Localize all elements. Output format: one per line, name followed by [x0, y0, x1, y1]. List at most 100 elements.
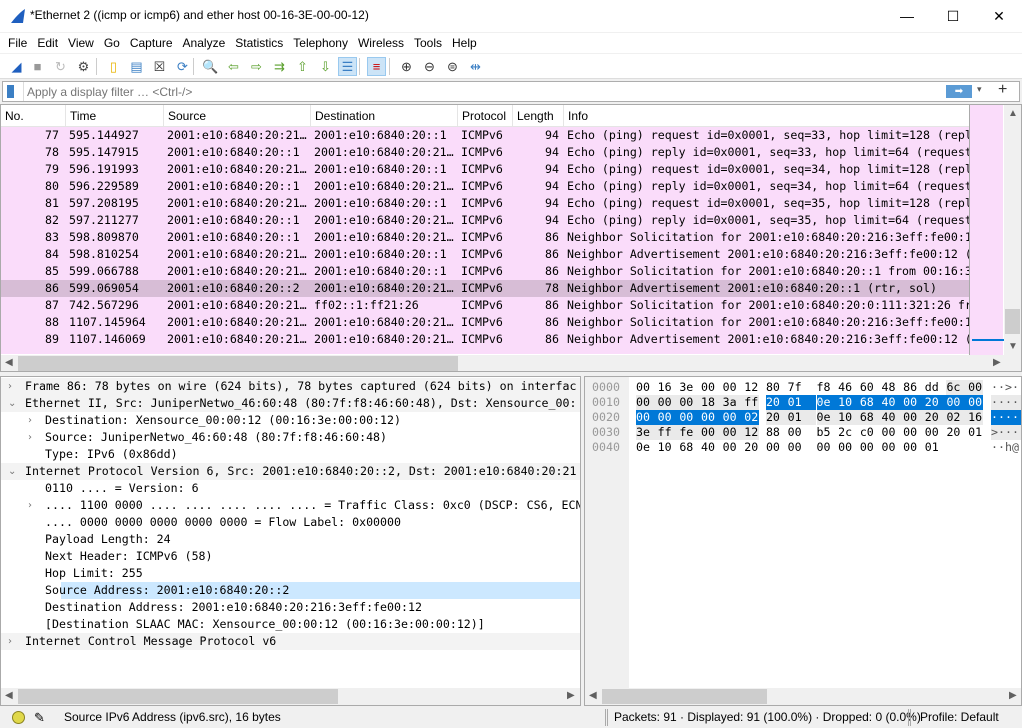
- scroll-thumb[interactable]: [18, 356, 458, 371]
- packet-row-partial[interactable]: [1, 348, 969, 354]
- menu-tools[interactable]: Tools: [409, 33, 447, 53]
- hex-ascii[interactable]: ····: [991, 410, 1021, 425]
- hex-byte[interactable]: 00: [766, 440, 780, 455]
- menu-go[interactable]: Go: [99, 33, 125, 53]
- hex-byte[interactable]: 20: [744, 440, 758, 455]
- scroll-down-icon[interactable]: ▼: [1008, 341, 1018, 352]
- hex-byte[interactable]: 02: [946, 410, 969, 425]
- zoom-in-icon[interactable]: ⊕: [397, 57, 416, 76]
- column-header-length[interactable]: Length: [512, 105, 563, 127]
- detail-item[interactable]: › Frame 86: 78 bytes on wire (624 bits), …: [1, 378, 580, 395]
- packet-row[interactable]: 84 598.810254 2001:e10:6840:20:21… 2001:e10…: [1, 246, 969, 263]
- scroll-thumb[interactable]: [18, 689, 338, 704]
- hex-byte[interactable]: 00: [903, 410, 925, 425]
- hex-byte[interactable]: 00: [701, 380, 715, 395]
- menu-edit[interactable]: Edit: [32, 33, 63, 53]
- save-file-icon[interactable]: ▤: [127, 57, 146, 76]
- hex-byte[interactable]: 2c: [838, 425, 852, 440]
- detail-item[interactable]: 0110 .... = Version: 6: [1, 480, 580, 497]
- hex-ascii[interactable]: ····: [991, 395, 1021, 410]
- hex-byte[interactable]: 86: [903, 380, 917, 395]
- hex-byte[interactable]: 3e: [679, 380, 693, 395]
- hex-byte[interactable]: 00: [788, 440, 802, 455]
- column-header-info[interactable]: Info: [563, 105, 969, 127]
- scroll-left-icon[interactable]: ◀: [5, 357, 13, 368]
- hex-byte[interactable]: 3a: [722, 395, 745, 410]
- scroll-thumb[interactable]: [1005, 309, 1020, 334]
- detail-item[interactable]: › Internet Control Message Protocol v6: [1, 633, 580, 650]
- menu-view[interactable]: View: [63, 33, 99, 53]
- hex-byte[interactable]: 3e: [636, 425, 658, 440]
- go-to-packet-icon[interactable]: ⇉: [270, 57, 289, 76]
- shark-fin-start-icon[interactable]: ◢: [7, 57, 26, 76]
- menu-wireless[interactable]: Wireless: [353, 33, 409, 53]
- hex-byte[interactable]: 00: [657, 410, 680, 425]
- packet-row[interactable]: 83 598.809870 2001:e10:6840:20::1 2001:e10:…: [1, 229, 969, 246]
- hex-byte[interactable]: 00: [723, 380, 737, 395]
- detail-item[interactable]: › Destination: Xensource_00:00:12 (00:16:…: [1, 412, 580, 429]
- scroll-right-icon[interactable]: ▶: [1009, 690, 1017, 701]
- menu-statistics[interactable]: Statistics: [230, 33, 288, 53]
- auto-scroll-icon[interactable]: ☰: [338, 57, 357, 76]
- hex-byte[interactable]: 20: [946, 425, 960, 440]
- detail-item[interactable]: ⌄ Internet Protocol Version 6, Src: 2001:…: [1, 463, 580, 480]
- restart-icon[interactable]: ↻: [51, 57, 70, 76]
- column-header-source[interactable]: Source: [163, 105, 310, 127]
- hex-byte[interactable]: dd: [925, 380, 939, 395]
- scroll-right-icon[interactable]: ▶: [567, 690, 575, 701]
- hex-byte[interactable]: 00: [946, 395, 969, 410]
- hex-byte[interactable]: 0e: [636, 440, 650, 455]
- packet-list-horizontal-scrollbar[interactable]: ◀ ▶: [1, 355, 1021, 371]
- hex-byte[interactable]: 00: [903, 440, 917, 455]
- hex-byte[interactable]: 10: [658, 440, 672, 455]
- hex-byte[interactable]: 00: [838, 440, 852, 455]
- detail-item[interactable]: Hop Limit: 255: [1, 565, 580, 582]
- add-filter-button[interactable]: +: [998, 81, 1007, 99]
- go-forward-icon[interactable]: ⇨: [247, 57, 266, 76]
- hex-byte[interactable]: 10: [838, 410, 860, 425]
- first-packet-icon[interactable]: ⇧: [293, 57, 312, 76]
- hex-byte[interactable]: 00: [636, 410, 658, 425]
- hex-byte[interactable]: 00: [968, 380, 983, 395]
- hex-byte[interactable]: 00: [881, 440, 895, 455]
- hex-byte[interactable]: 0e: [816, 410, 839, 425]
- hex-byte[interactable]: 00: [636, 395, 658, 410]
- hex-byte[interactable]: 00: [881, 425, 895, 440]
- expert-info-status-icon[interactable]: [12, 711, 25, 724]
- detail-item[interactable]: .... 0000 0000 0000 0000 0000 = Flow Lab…: [1, 514, 580, 531]
- expand-chevron-icon[interactable]: ›: [28, 497, 32, 514]
- display-filter-input[interactable]: [23, 82, 923, 101]
- scroll-left-icon[interactable]: ◀: [5, 690, 13, 701]
- hex-byte[interactable]: 00: [903, 395, 925, 410]
- hex-byte[interactable]: 00: [903, 425, 917, 440]
- go-back-icon[interactable]: ⇦: [224, 57, 243, 76]
- hex-byte[interactable]: ff: [657, 425, 680, 440]
- reload-file-icon[interactable]: ⟳: [173, 57, 192, 76]
- capture-comment-icon[interactable]: ✎: [34, 710, 45, 726]
- scroll-up-icon[interactable]: ▲: [1008, 108, 1018, 119]
- hex-byte[interactable]: 00: [679, 395, 701, 410]
- column-header-protocol[interactable]: Protocol: [457, 105, 512, 127]
- hex-byte[interactable]: 00: [817, 440, 831, 455]
- detail-item[interactable]: Destination Address: 2001:e10:6840:20:21…: [1, 599, 580, 616]
- packet-list-vertical-scrollbar[interactable]: ▲ ▼: [1004, 105, 1021, 355]
- expand-chevron-icon[interactable]: ›: [8, 633, 12, 650]
- hex-byte[interactable]: 7f: [788, 380, 802, 395]
- hex-ascii[interactable]: ··h@: [991, 440, 1021, 455]
- close-file-icon[interactable]: ☒: [150, 57, 169, 76]
- scroll-thumb[interactable]: [602, 689, 767, 704]
- hex-byte[interactable]: b5: [817, 425, 831, 440]
- stop-icon[interactable]: ■: [28, 57, 47, 76]
- bytes-horizontal-scrollbar[interactable]: ◀ ▶: [585, 688, 1021, 705]
- hex-byte[interactable]: 40: [881, 410, 904, 425]
- hex-byte[interactable]: 01: [925, 440, 939, 455]
- hex-byte[interactable]: 12: [744, 425, 759, 440]
- hex-byte[interactable]: 40: [701, 440, 715, 455]
- hex-byte[interactable]: 00: [636, 380, 650, 395]
- maximize-button[interactable]: ☐: [930, 0, 976, 32]
- column-header-destination[interactable]: Destination: [310, 105, 457, 127]
- detail-item[interactable]: [Destination SLAAC MAC: Xensource_00:00:…: [1, 616, 580, 633]
- hex-byte[interactable]: 01: [968, 425, 982, 440]
- menu-help[interactable]: Help: [447, 33, 482, 53]
- scroll-left-icon[interactable]: ◀: [589, 690, 597, 701]
